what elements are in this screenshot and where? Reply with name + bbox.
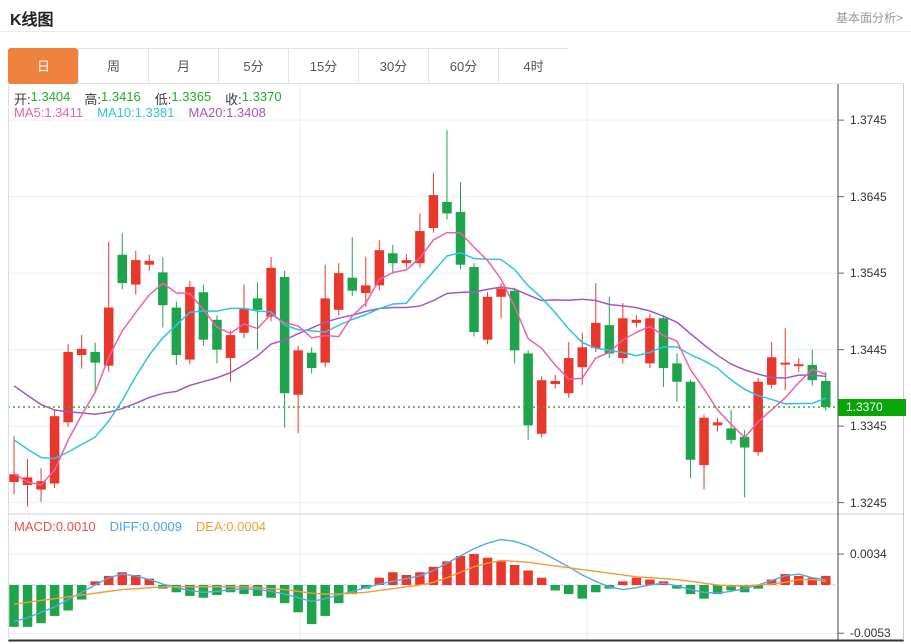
candle-body xyxy=(645,318,655,363)
candle-body xyxy=(158,272,168,305)
macd-bar xyxy=(388,572,398,585)
candle-body xyxy=(753,382,763,452)
tab-interval-15min[interactable]: 15分 xyxy=(288,48,358,84)
macd-bar xyxy=(523,570,533,585)
candle-body xyxy=(77,349,87,355)
tab-interval-4hour[interactable]: 4时 xyxy=(498,48,568,84)
candle-body xyxy=(253,298,262,309)
candle-body xyxy=(821,381,831,407)
candle-body xyxy=(172,308,182,355)
chart-canvas[interactable] xyxy=(8,84,904,642)
candle-body xyxy=(550,381,560,384)
candle-body xyxy=(496,288,506,296)
candle-body xyxy=(767,357,777,385)
candle-body xyxy=(334,273,344,310)
macd-bar xyxy=(307,585,317,624)
candle-body xyxy=(402,260,412,263)
price-axis-label: 1.3545 xyxy=(850,266,887,280)
candle-body xyxy=(483,297,493,340)
candle-body xyxy=(794,364,804,366)
candle-body xyxy=(293,350,303,394)
ma20-line xyxy=(14,287,826,414)
candle-body xyxy=(456,212,466,265)
macd-bar xyxy=(578,585,588,599)
macd-bar xyxy=(618,581,628,585)
macd-histogram-layer xyxy=(9,554,830,627)
candle-body xyxy=(348,278,358,291)
candle-body xyxy=(672,363,682,381)
candle-body xyxy=(726,428,736,439)
candle-body xyxy=(361,285,371,293)
legend-ma20: MA20: 1.3408 xyxy=(188,105,265,120)
macd-bar xyxy=(632,578,642,585)
macd-axis-label: -0.0053 xyxy=(850,626,891,640)
candle-body xyxy=(429,195,439,228)
current-price-tag: 1.3370 xyxy=(838,399,906,416)
candle-body xyxy=(280,277,290,393)
legend-ma5: MA5: 1.3411 xyxy=(14,105,83,120)
candle-body xyxy=(117,255,127,283)
candle-body xyxy=(212,320,222,350)
tab-interval-week[interactable]: 周 xyxy=(78,48,148,84)
candle-body xyxy=(591,323,601,348)
candle-body xyxy=(442,202,452,213)
candle-body xyxy=(90,352,100,363)
macd-bar xyxy=(23,585,33,627)
candle-body xyxy=(239,308,249,332)
price-axis-label: 1.3345 xyxy=(850,419,887,433)
candle-body xyxy=(659,318,669,368)
tab-interval-5min[interactable]: 5分 xyxy=(218,48,288,84)
kline-widget: K线图 基本面分析> 日 周 月 5分 15分 30分 60分 4时 开:1.3… xyxy=(0,0,911,644)
candle-body xyxy=(145,261,155,265)
page-title: K线图 xyxy=(10,6,54,30)
price-axis-label: 1.3645 xyxy=(850,190,887,204)
tab-bar-filler xyxy=(568,48,904,83)
candle-body xyxy=(388,253,398,263)
candle-body xyxy=(686,382,696,460)
macd-bar xyxy=(510,565,520,585)
macd-bar xyxy=(496,561,506,585)
tab-interval-30min[interactable]: 30分 xyxy=(358,48,428,84)
candle-body xyxy=(780,363,790,365)
candle-body xyxy=(578,347,588,367)
macd-bar xyxy=(50,585,60,616)
macd-bar xyxy=(36,585,46,623)
macd-bar xyxy=(469,554,479,585)
tab-interval-60min[interactable]: 60分 xyxy=(428,48,498,84)
candlestick-chart[interactable]: 开:1.3404 高:1.3416 低:1.3365 收:1.3370 MA5:… xyxy=(8,84,904,642)
legend-dea: DEA:0.0004 xyxy=(196,519,266,534)
macd-bar xyxy=(537,578,547,585)
candle-body xyxy=(226,335,236,358)
legend-macd: MACD:0.0010 xyxy=(14,519,96,534)
candle-body xyxy=(632,320,642,323)
candle-body xyxy=(199,292,209,339)
candle-body xyxy=(523,353,533,425)
tab-interval-month[interactable]: 月 xyxy=(148,48,218,84)
macd-bar xyxy=(550,585,560,590)
legend-diff: DIFF:0.0009 xyxy=(110,519,182,534)
macd-bar xyxy=(320,585,330,616)
price-axis-label: 1.3445 xyxy=(850,343,887,357)
candle-body xyxy=(266,268,276,317)
tab-interval-day[interactable]: 日 xyxy=(8,48,78,84)
interval-tab-bar: 日 周 月 5分 15分 30分 60分 4时 xyxy=(8,48,904,84)
macd-bar xyxy=(591,585,601,592)
header-divider xyxy=(0,31,911,32)
candle-body xyxy=(307,353,317,368)
macd-axis-label: 0.0034 xyxy=(850,547,887,561)
price-axis-label: 1.3245 xyxy=(850,496,887,510)
candle-body xyxy=(713,422,723,425)
macd-legend: MACD:0.0010 DIFF:0.0009 DEA:0.0004 xyxy=(14,519,266,534)
candles-layer xyxy=(9,130,830,506)
candle-body xyxy=(699,418,709,465)
candle-body xyxy=(131,260,141,284)
candle-body xyxy=(469,267,479,332)
ma-legend: MA5: 1.3411 MA10: 1.3381 MA20: 1.3408 xyxy=(14,105,266,120)
legend-ma10: MA10: 1.3381 xyxy=(97,105,174,120)
price-axis-label: 1.3745 xyxy=(850,113,887,127)
fundamental-analysis-link[interactable]: 基本面分析> xyxy=(836,9,903,26)
macd-bar xyxy=(564,585,574,594)
